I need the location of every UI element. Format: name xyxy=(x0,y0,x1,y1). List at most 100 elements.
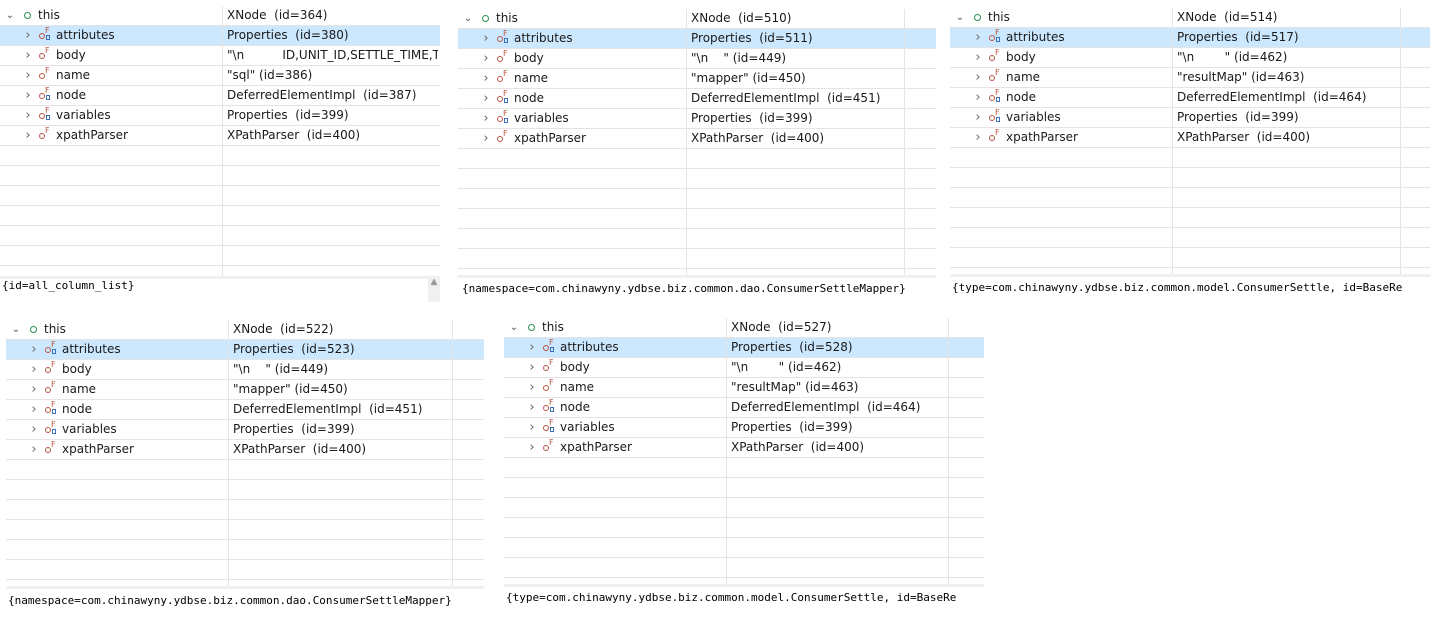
tree-row-xpathParser[interactable]: › FxpathParser XPathParser (id=400) xyxy=(6,440,484,460)
tree-row-node[interactable]: › Fnode DeferredElementImpl (id=464) xyxy=(950,88,1430,108)
tree-row-variables[interactable]: › Fvariables Properties (id=399) xyxy=(6,420,484,440)
chevron-right-icon[interactable]: › xyxy=(480,89,492,108)
detail-pane-1[interactable]: {id=all_column_list} xyxy=(2,278,427,294)
chevron-right-icon[interactable]: › xyxy=(972,68,984,87)
variable-value: XPathParser (id=400) xyxy=(1177,130,1311,144)
chevron-right-icon[interactable]: › xyxy=(22,46,34,65)
tree-row-name[interactable]: › Fname "sql" (id=386) xyxy=(0,66,440,86)
column-divider[interactable] xyxy=(726,318,727,584)
chevron-right-icon[interactable]: › xyxy=(480,69,492,88)
tree-row-body[interactable]: › Fbody "\n " (id=449) xyxy=(458,49,936,69)
chevron-down-icon[interactable]: ⌄ xyxy=(462,9,474,28)
chevron-right-icon[interactable]: › xyxy=(480,109,492,128)
final-modifier-glyph: F xyxy=(51,420,56,429)
chevron-right-icon[interactable]: › xyxy=(28,340,40,359)
chevron-right-icon[interactable]: › xyxy=(22,126,34,145)
empty-row xyxy=(0,146,440,166)
tree-row-variables[interactable]: › Fvariables Properties (id=399) xyxy=(504,418,984,438)
field-icon: F xyxy=(38,66,52,82)
field-with-subtype-icon: F xyxy=(542,338,556,354)
chevron-down-icon[interactable]: ⌄ xyxy=(10,320,22,339)
tree-row-name[interactable]: › Fname "mapper" (id=450) xyxy=(458,69,936,89)
chevron-right-icon[interactable]: › xyxy=(22,66,34,85)
variable-name: this xyxy=(988,10,1010,24)
detail-pane-2[interactable]: {namespace=com.chinawyny.ydbse.biz.commo… xyxy=(462,281,934,297)
chevron-right-icon[interactable]: › xyxy=(972,28,984,47)
sash-separator[interactable] xyxy=(458,275,936,278)
chevron-right-icon[interactable]: › xyxy=(480,129,492,148)
tree-row-variables[interactable]: › Fvariables Properties (id=399) xyxy=(458,109,936,129)
tree-row-node[interactable]: › Fnode DeferredElementImpl (id=451) xyxy=(6,400,484,420)
tree-row-node[interactable]: › Fnode DeferredElementImpl (id=464) xyxy=(504,398,984,418)
tree-row-attributes[interactable]: › Fattributes Properties (id=511) xyxy=(458,29,936,49)
chevron-right-icon[interactable]: › xyxy=(972,88,984,107)
chevron-down-icon[interactable]: ⌄ xyxy=(4,6,16,25)
detail-pane-4[interactable]: {namespace=com.chinawyny.ydbse.biz.commo… xyxy=(8,593,480,609)
detail-pane-5[interactable]: {type=com.chinawyny.ydbse.biz.common.mod… xyxy=(506,590,984,606)
sash-separator[interactable] xyxy=(6,586,484,589)
tree-row-attributes[interactable]: › Fattributes Properties (id=528) xyxy=(504,338,984,358)
chevron-right-icon[interactable]: › xyxy=(28,400,40,419)
column-divider[interactable] xyxy=(1172,8,1173,274)
chevron-right-icon[interactable]: › xyxy=(28,360,40,379)
chevron-right-icon[interactable]: › xyxy=(526,418,538,437)
column-divider[interactable] xyxy=(228,320,229,586)
chevron-right-icon[interactable]: › xyxy=(972,108,984,127)
chevron-right-icon[interactable]: › xyxy=(526,338,538,357)
tree-row-variables[interactable]: › Fvariables Properties (id=399) xyxy=(950,108,1430,128)
tree-row-attributes[interactable]: › Fattributes Properties (id=380) xyxy=(0,26,440,46)
sash-separator[interactable] xyxy=(0,276,440,279)
column-divider[interactable] xyxy=(904,9,905,275)
tree-row-body[interactable]: › Fbody "\n " (id=449) xyxy=(6,360,484,380)
tree-row-root[interactable]: ⌄ this XNode (id=364) xyxy=(0,6,440,26)
chevron-right-icon[interactable]: › xyxy=(526,398,538,417)
tree-row-node[interactable]: › Fnode DeferredElementImpl (id=387) xyxy=(0,86,440,106)
tree-row-xpathParser[interactable]: › FxpathParser XPathParser (id=400) xyxy=(950,128,1430,148)
chevron-right-icon[interactable]: › xyxy=(480,49,492,68)
column-divider[interactable] xyxy=(1400,8,1401,274)
chevron-right-icon[interactable]: › xyxy=(526,438,538,457)
tree-row-root[interactable]: ⌄ this XNode (id=522) xyxy=(6,320,484,340)
tree-row-name[interactable]: › Fname "mapper" (id=450) xyxy=(6,380,484,400)
column-divider[interactable] xyxy=(686,9,687,275)
detail-pane-3[interactable]: {type=com.chinawyny.ydbse.biz.common.mod… xyxy=(952,280,1430,296)
tree-row-body[interactable]: › Fbody "\n ID,UNIT_ID,SETTLE_TIME,TI... xyxy=(0,46,440,66)
tree-row-variables[interactable]: › Fvariables Properties (id=399) xyxy=(0,106,440,126)
empty-row xyxy=(458,249,936,269)
tree-row-root[interactable]: ⌄ this XNode (id=527) xyxy=(504,318,984,338)
tree-row-name[interactable]: › Fname "resultMap" (id=463) xyxy=(504,378,984,398)
sash-separator[interactable] xyxy=(504,584,984,587)
chevron-right-icon[interactable]: › xyxy=(28,380,40,399)
chevron-right-icon[interactable]: › xyxy=(28,420,40,439)
column-divider[interactable] xyxy=(452,320,453,586)
tree-row-body[interactable]: › Fbody "\n " (id=462) xyxy=(504,358,984,378)
chevron-right-icon[interactable]: › xyxy=(972,128,984,147)
tree-row-name[interactable]: › Fname "resultMap" (id=463) xyxy=(950,68,1430,88)
tree-row-node[interactable]: › Fnode DeferredElementImpl (id=451) xyxy=(458,89,936,109)
variable-name: attributes xyxy=(1006,30,1065,44)
detail-scrollbar-1[interactable]: ▲ xyxy=(428,276,440,302)
chevron-right-icon[interactable]: › xyxy=(526,358,538,377)
chevron-right-icon[interactable]: › xyxy=(22,26,34,45)
chevron-down-icon[interactable]: ⌄ xyxy=(954,8,966,27)
tree-row-body[interactable]: › Fbody "\n " (id=462) xyxy=(950,48,1430,68)
chevron-right-icon[interactable]: › xyxy=(526,378,538,397)
tree-row-xpathParser[interactable]: › FxpathParser XPathParser (id=400) xyxy=(458,129,936,149)
tree-row-xpathParser[interactable]: › FxpathParser XPathParser (id=400) xyxy=(0,126,440,146)
sash-separator[interactable] xyxy=(950,274,1430,277)
chevron-right-icon[interactable]: › xyxy=(22,106,34,125)
tree-row-attributes[interactable]: › Fattributes Properties (id=523) xyxy=(6,340,484,360)
tree-row-attributes[interactable]: › Fattributes Properties (id=517) xyxy=(950,28,1430,48)
column-divider[interactable] xyxy=(948,318,949,584)
variables-panel-2: ⌄ this XNode (id=510) › Fattributes Propertie… xyxy=(458,9,936,275)
tree-row-root[interactable]: ⌄ this XNode (id=510) xyxy=(458,9,936,29)
tree-row-xpathParser[interactable]: › FxpathParser XPathParser (id=400) xyxy=(504,438,984,458)
chevron-down-icon[interactable]: ⌄ xyxy=(508,318,520,337)
chevron-right-icon[interactable]: › xyxy=(22,86,34,105)
chevron-right-icon[interactable]: › xyxy=(28,440,40,459)
column-divider[interactable] xyxy=(222,6,223,276)
chevron-right-icon[interactable]: › xyxy=(972,48,984,67)
final-modifier-glyph: F xyxy=(45,46,50,55)
chevron-right-icon[interactable]: › xyxy=(480,29,492,48)
tree-row-root[interactable]: ⌄ this XNode (id=514) xyxy=(950,8,1430,28)
